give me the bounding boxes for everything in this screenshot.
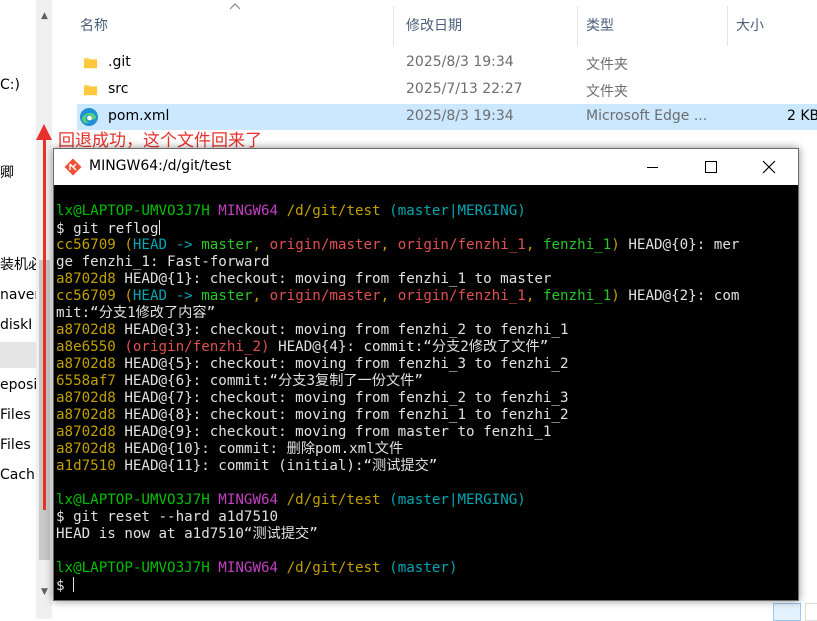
nav-item-drive-c[interactable]: C:): [0, 72, 40, 98]
file-name: pom.xml: [108, 108, 170, 124]
reflog-line: a8702d8 HEAD@{1}: checkout: moving from …: [56, 271, 552, 287]
minimize-button[interactable]: [624, 149, 682, 185]
terminal-window[interactable]: MINGW64:/d/git/test lx@LAPTOP-UMVO3J7H M…: [53, 148, 799, 601]
terminal-title: MINGW64:/d/git/test: [89, 158, 232, 174]
nav-item-selected[interactable]: [0, 342, 40, 368]
folder-icon: [83, 57, 98, 69]
reflog-line: a8702d8 HEAD@{10}: commit: 删除pom.xml文件: [56, 441, 404, 457]
file-row-src[interactable]: src 2025/7/13 22:27 文件夹: [77, 77, 817, 103]
details-view-button[interactable]: [773, 603, 801, 621]
nav-item[interactable]: 卿: [0, 160, 40, 186]
column-type[interactable]: 类型: [586, 15, 614, 35]
git-bash-icon: [64, 158, 82, 176]
file-date: 2025/8/3 19:34: [406, 108, 514, 124]
nav-item[interactable]: Files: [0, 432, 40, 458]
annotation-arrow-head-icon: [36, 124, 52, 140]
output-line: HEAD is now at a1d7510“测试提交”: [56, 526, 318, 542]
reflog-line-wrap: mit:“分支1修改了内容”: [56, 305, 216, 321]
prompt-line: lx@LAPTOP-UMVO3J7H MINGW64 /d/git/test (…: [56, 492, 526, 508]
column-header: 名称 修改日期 类型 大小: [53, 0, 817, 48]
nav-item[interactable]: naver: [0, 282, 40, 308]
reflog-line: cc56709 (HEAD -> master, origin/master, …: [56, 237, 740, 253]
file-name: src: [108, 81, 129, 97]
nav-item[interactable]: Files: [0, 402, 40, 428]
reflog-line: a8e6550 (origin/fenzhi_2) HEAD@{4}: comm…: [56, 339, 549, 355]
column-divider[interactable]: [727, 6, 728, 46]
file-date: 2025/8/3 19:34: [406, 54, 514, 70]
edge-icon: [80, 108, 98, 126]
maximize-icon: [705, 161, 717, 173]
file-name: .git: [108, 54, 131, 70]
nav-item[interactable]: diskI: [0, 312, 40, 338]
column-divider[interactable]: [577, 6, 578, 46]
maximize-button[interactable]: [682, 149, 740, 185]
column-size[interactable]: 大小: [736, 15, 764, 35]
reflog-line: a8702d8 HEAD@{7}: checkout: moving from …: [56, 390, 569, 406]
prompt-line: lx@LAPTOP-UMVO3J7H MINGW64 /d/git/test (…: [56, 560, 458, 576]
input-line[interactable]: $: [56, 577, 777, 594]
close-icon: [762, 160, 776, 174]
command-line: $ git reset --hard a1d7510: [56, 509, 279, 525]
reflog-line: a8702d8 HEAD@{9}: checkout: moving from …: [56, 424, 552, 440]
column-name[interactable]: 名称: [80, 15, 108, 35]
file-type: 文件夹: [586, 84, 628, 100]
reflog-line: 6558af7 HEAD@{6}: commit:“分支3复制了一份文件”: [56, 373, 423, 389]
reflog-line: cc56709 (HEAD -> master, origin/master, …: [56, 288, 740, 304]
reflog-line: a1d7510 HEAD@{11}: commit (initial):“测试提…: [56, 458, 438, 474]
reflog-line: a8702d8 HEAD@{8}: checkout: moving from …: [56, 407, 569, 423]
sort-ascending-icon: [229, 3, 241, 10]
reflog-line: a8702d8 HEAD@{5}: checkout: moving from …: [56, 356, 569, 372]
nav-item[interactable]: Cach: [0, 462, 40, 488]
file-row-git[interactable]: .git 2025/8/3 19:34 文件夹: [77, 50, 817, 76]
nav-item[interactable]: eposi: [0, 372, 40, 398]
file-date: 2025/7/13 22:27: [406, 81, 523, 97]
folder-icon: [83, 84, 98, 96]
file-type: Microsoft Edge ...: [586, 108, 708, 124]
column-date[interactable]: 修改日期: [406, 15, 462, 35]
file-size: 2 KB: [787, 108, 817, 124]
scroll-down-icon[interactable]: ▼: [36, 584, 52, 601]
reflog-line-wrap: ge fenzhi_1: Fast-forward: [56, 254, 270, 270]
view-toggle: [773, 603, 817, 621]
terminal-scrollbar[interactable]: [777, 185, 798, 600]
text-cursor: [73, 577, 75, 592]
close-button[interactable]: [740, 149, 798, 185]
annotation-arrow-line: [43, 138, 46, 510]
minimize-icon: [647, 167, 658, 168]
tiles-view-button[interactable]: [805, 603, 817, 621]
command-line: $ git reflog: [56, 220, 160, 237]
nav-item[interactable]: 装机必: [0, 252, 40, 278]
terminal-output[interactable]: lx@LAPTOP-UMVO3J7H MINGW64 /d/git/test (…: [54, 185, 777, 600]
prompt-line: lx@LAPTOP-UMVO3J7H MINGW64 /d/git/test (…: [56, 203, 526, 219]
file-type: 文件夹: [586, 57, 628, 73]
terminal-titlebar[interactable]: MINGW64:/d/git/test: [54, 149, 798, 185]
scroll-up-icon[interactable]: ▲: [36, 8, 52, 25]
column-divider[interactable]: [393, 6, 394, 46]
reflog-line: a8702d8 HEAD@{3}: checkout: moving from …: [56, 322, 569, 338]
